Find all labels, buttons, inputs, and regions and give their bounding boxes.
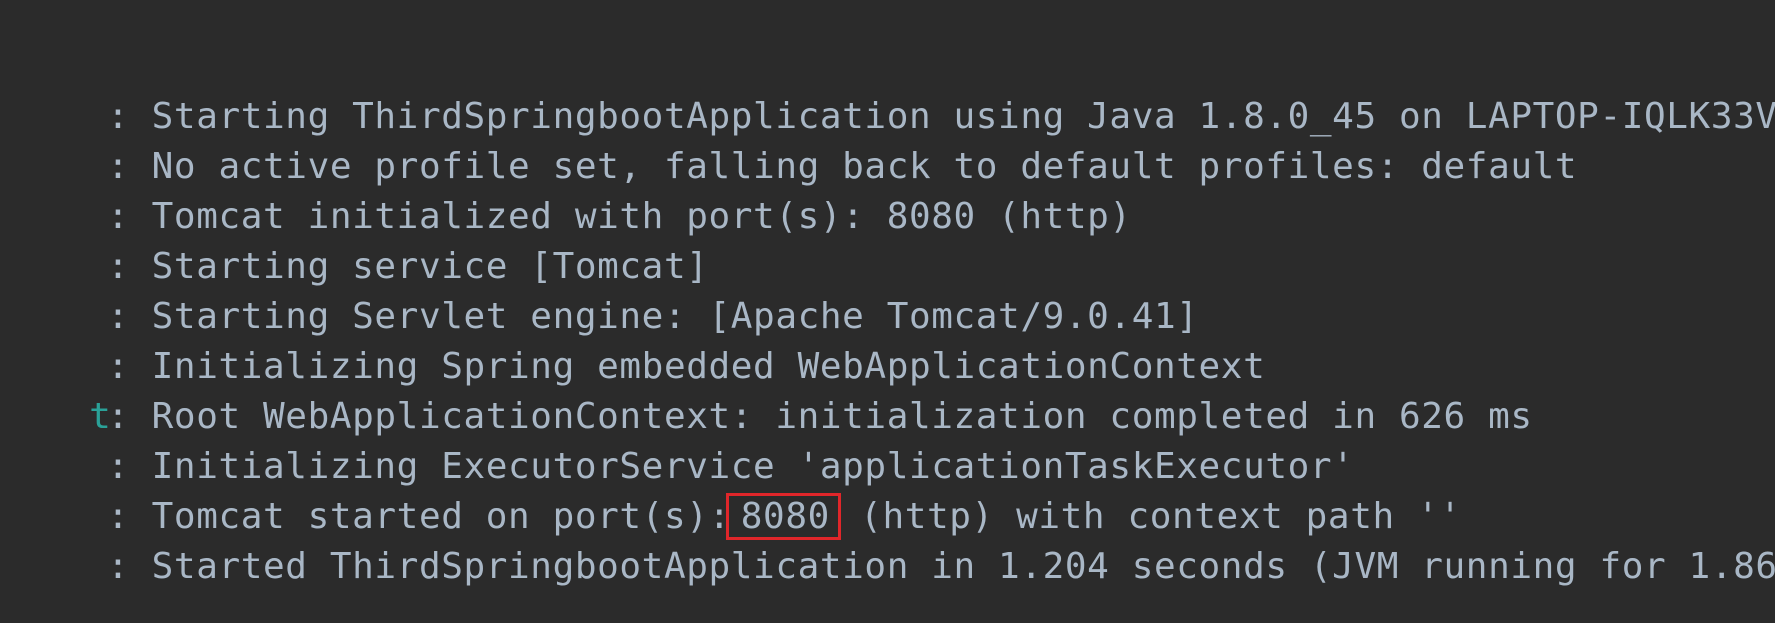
log-line-highlighted: : Tomcat started on port(s): 8080 (http) … [0, 433, 1462, 540]
log-line: : Started ThirdSpringbootApplication in … [0, 483, 1775, 587]
log-line: : Initializing ExecutorService 'applicat… [0, 383, 1354, 487]
log-line: : Starting Servlet engine: [Apache Tomca… [0, 233, 1199, 337]
log-line: : No active profile set, falling back to… [0, 83, 1577, 187]
log-line: : Starting ThirdSpringbootApplication us… [0, 33, 1775, 137]
log-line: t: Root WebApplicationContext: initializ… [0, 333, 1533, 437]
log-text: : Started ThirdSpringbootApplication in … [107, 546, 1775, 587]
console-output: : Starting ThirdSpringbootApplication us… [0, 0, 1775, 623]
log-line: : Starting service [Tomcat] [0, 183, 709, 287]
log-line: : Tomcat initialized with port(s): 8080 … [0, 133, 1132, 237]
log-line: : Initializing Spring embedded WebApplic… [0, 283, 1265, 387]
